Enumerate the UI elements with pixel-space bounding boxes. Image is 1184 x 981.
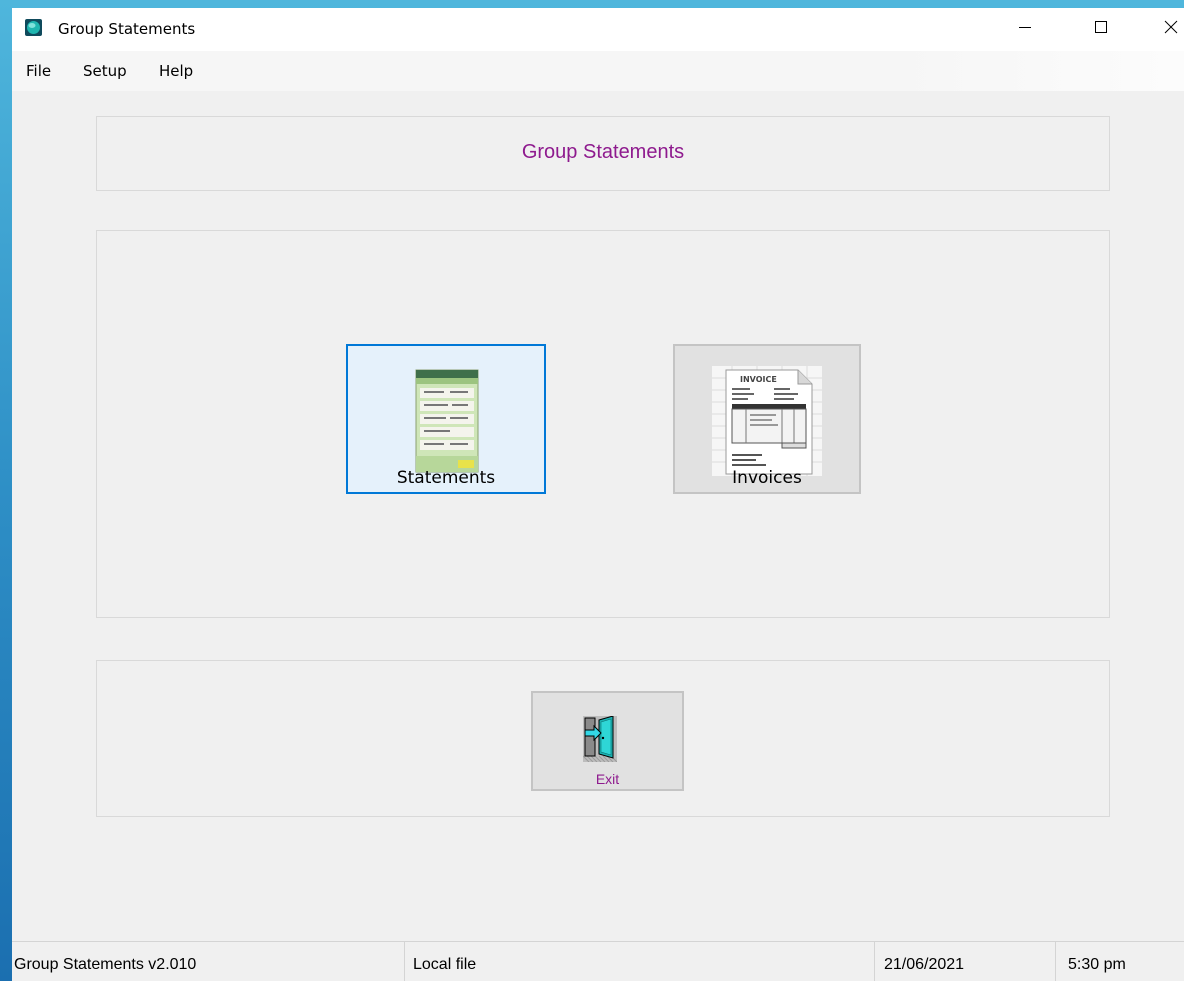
main-panel (96, 230, 1110, 618)
page-title: Group Statements (521, 141, 685, 163)
statements-button[interactable]: Statements (346, 344, 546, 494)
statements-document-icon (414, 368, 480, 479)
menu-help[interactable]: Help (159, 62, 193, 80)
statements-label: Statements (396, 468, 496, 488)
exit-label: Exit (595, 771, 620, 787)
menu-file[interactable]: File (26, 62, 51, 80)
close-button[interactable] (1148, 8, 1184, 51)
minimize-icon (1018, 20, 1032, 39)
window-title: Group Statements (58, 20, 196, 38)
status-separator (1055, 942, 1056, 981)
invoices-label: Invoices (732, 468, 802, 488)
maximize-icon (1094, 20, 1108, 39)
app-globe-icon (25, 19, 42, 36)
menu-setup[interactable]: Setup (83, 62, 127, 80)
status-separator (874, 942, 875, 981)
invoice-image-text: INVOICE (740, 375, 777, 384)
status-time: 5:30 pm (1068, 956, 1126, 973)
status-app-version: Group Statements v2.010 (14, 956, 197, 973)
status-source: Local file (413, 956, 477, 973)
invoices-button[interactable]: INVOICE Invoices (673, 344, 861, 494)
status-date: 21/06/2021 (884, 956, 965, 973)
maximize-button[interactable] (1078, 8, 1124, 51)
invoice-document-icon: INVOICE (712, 366, 822, 481)
app-window: Group Statements File Setup Help Group S… (12, 8, 1184, 981)
header-panel: Group Statements (96, 116, 1110, 191)
status-bar: Group Statements v2.010 Local file 21/06… (12, 941, 1184, 981)
exit-door-icon (582, 715, 618, 767)
close-icon (1164, 20, 1178, 39)
title-bar[interactable]: Group Statements (12, 8, 1184, 51)
exit-button[interactable]: Exit (531, 691, 684, 791)
status-separator (404, 942, 405, 981)
minimize-button[interactable] (1002, 8, 1048, 51)
